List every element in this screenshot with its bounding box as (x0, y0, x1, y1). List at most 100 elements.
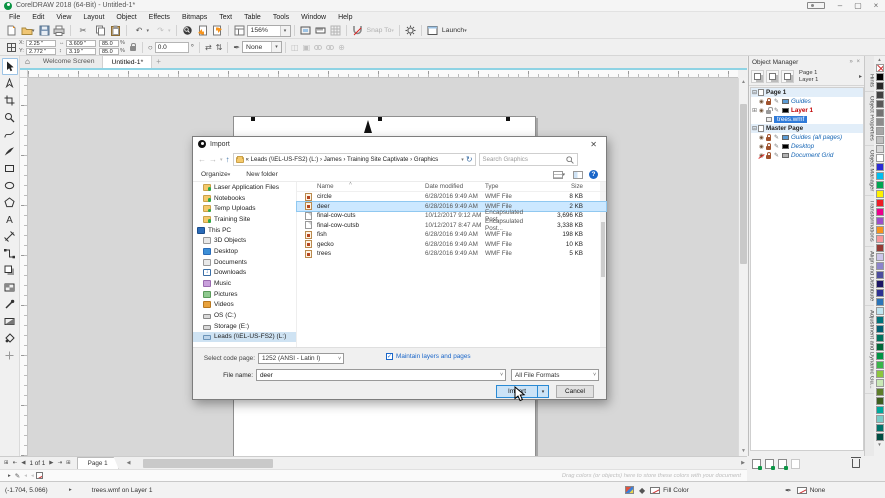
file-row-gecko[interactable]: gecko6/28/2016 9:49 AMWMF File10 KB (297, 240, 606, 250)
freehand-tool[interactable] (2, 126, 18, 143)
palette-swatch[interactable] (876, 163, 884, 171)
scale-x-field[interactable]: 85.0 (99, 40, 119, 47)
zoom-levels-icon[interactable] (232, 24, 247, 38)
pick-tool[interactable] (2, 58, 18, 75)
maintain-layers-checkbox[interactable]: ✓ Maintain layers and pages (386, 353, 471, 360)
rotation-angle-field[interactable]: 0.0 (155, 42, 189, 53)
scroll-right-icon[interactable]: ▶ (741, 457, 745, 470)
new-layer-button[interactable] (752, 459, 761, 469)
page-1-tab[interactable]: Page 1 (77, 457, 119, 469)
outline-width-combo[interactable]: None▾ (242, 41, 282, 53)
palette-swatch[interactable] (876, 280, 884, 288)
palette-swatch[interactable] (876, 325, 884, 333)
om-node-layer-1[interactable]: ⊞◉✎Layer 1 (751, 106, 863, 115)
artistic-media-tool[interactable] (2, 143, 18, 160)
new-master-layer-odd-pages-button[interactable] (778, 459, 787, 469)
dialog-close-icon[interactable]: ✕ (586, 140, 601, 149)
canvas-vertical-scrollbar[interactable]: ▲ ▼ (738, 78, 747, 456)
menu-help[interactable]: Help (332, 12, 358, 23)
docker-tab-adjustment-and-dynamic-gu-[interactable]: Adjustment and Dynamic Gu... (865, 306, 875, 394)
object-width-field[interactable]: 3.609 " (66, 40, 96, 47)
trees-wmf-object[interactable] (364, 120, 372, 133)
color-eyedropper-tool[interactable] (2, 296, 18, 313)
layer-color-swatch[interactable] (782, 144, 789, 149)
connector-tool[interactable] (2, 245, 18, 262)
menu-layout[interactable]: Layout (77, 12, 110, 23)
file-row-final-cow-cutsb[interactable]: final-cow-cutsb10/12/2017 8:47 AMEncapsu… (297, 221, 606, 231)
palette-swatch[interactable] (876, 298, 884, 306)
palette-swatch[interactable] (876, 100, 884, 108)
lock-icon[interactable] (766, 155, 771, 159)
palette-swatch[interactable] (876, 397, 884, 405)
om-flyout-icon[interactable]: ▸ (859, 73, 862, 80)
selection-handle[interactable] (506, 117, 510, 121)
sidebar-item-3d-objects[interactable]: 3D Objects (193, 235, 296, 246)
search-input[interactable]: Search Graphics (479, 153, 578, 166)
edit-pencil-icon[interactable]: ✎ (773, 98, 780, 105)
palette-swatch[interactable] (876, 73, 884, 81)
options-gear-icon[interactable] (403, 24, 418, 38)
unlink-icon[interactable] (326, 45, 334, 50)
expander-icon[interactable]: ⊞ (751, 107, 758, 114)
import-options-dropdown[interactable]: ▾ (538, 385, 549, 398)
docker-close-icon[interactable]: × (856, 59, 861, 65)
preview-pane-icon[interactable] (573, 171, 583, 179)
show-rulers-icon[interactable] (313, 24, 328, 38)
palette-swatch[interactable] (876, 379, 884, 387)
palette-scroll-left2-icon[interactable]: ◂ (29, 473, 36, 479)
previous-page-icon[interactable]: ◀ (19, 460, 27, 466)
expander-icon[interactable]: ⊟ (751, 125, 758, 132)
menu-table[interactable]: Table (238, 12, 267, 23)
palette-swatch[interactable] (876, 334, 884, 342)
file-name-input[interactable]: deer˅ (256, 369, 506, 381)
om-node-guides[interactable]: ◉✎Guides (751, 97, 863, 106)
cut-icon[interactable]: ✂ (76, 24, 91, 38)
palette-scroll-up-icon[interactable]: ▲ (877, 56, 881, 63)
docker-tab-transformations[interactable]: Transformations (865, 196, 875, 247)
palette-swatch[interactable] (876, 370, 884, 378)
om-node-guides-all-pages-[interactable]: ◉✎Guides (all pages) (751, 133, 863, 142)
visibility-eye-icon[interactable]: ◉ (758, 99, 765, 105)
drop-shadow-tool[interactable] (2, 262, 18, 279)
snap-to-label[interactable]: Snap To (367, 27, 392, 34)
edit-source-icon[interactable]: ▣ (303, 43, 311, 52)
visibility-eye-icon[interactable]: ◉ (758, 144, 765, 150)
docker-tab-object-manager[interactable]: Object Manager (865, 146, 875, 196)
palette-swatch[interactable] (876, 127, 884, 135)
column-date-modified[interactable]: Date modified (425, 183, 485, 190)
sidebar-item-notebooks[interactable]: Notebooks (193, 193, 296, 204)
transparency-tool[interactable] (2, 279, 18, 296)
docker-tab-object-properties[interactable]: Object Properties (865, 92, 875, 146)
vertical-ruler[interactable] (20, 78, 28, 456)
delete-icon[interactable] (852, 459, 860, 468)
redo-icon[interactable]: ↷ (153, 24, 168, 38)
om-node-trees-wmf[interactable]: trees.wmf (751, 115, 863, 124)
palette-swatch[interactable] (876, 82, 884, 90)
address-bar[interactable]: « Leads (\\EL-US-FS2) (L:) › James › Tra… (233, 153, 476, 166)
visibility-eye-icon[interactable]: ◉ (758, 135, 765, 141)
menu-window[interactable]: Window (295, 12, 332, 23)
sidebar-item-leads-el-us-fs2-l-[interactable]: Leads (\\EL-US-FS2) (L:) (193, 332, 296, 343)
horizontal-ruler[interactable] (28, 70, 738, 78)
menu-bitmaps[interactable]: Bitmaps (176, 12, 213, 23)
copy-icon[interactable] (93, 24, 108, 38)
close-button[interactable]: × (867, 0, 885, 12)
docker-tab-hints[interactable]: Hints (865, 70, 875, 92)
tab-untitled-1[interactable]: Untitled-1* (102, 55, 152, 68)
object-height-field[interactable]: 3.19 " (66, 48, 96, 55)
scroll-down-icon[interactable]: ▼ (739, 447, 748, 456)
add-page-after-icon[interactable]: ⊞ (64, 460, 73, 466)
palette-scroll-down-icon[interactable]: ▼ (877, 441, 881, 448)
sidebar-item-desktop[interactable]: Desktop (193, 246, 296, 257)
recent-locations-icon[interactable]: ▾ (220, 157, 223, 163)
scale-y-field[interactable]: 85.0 (99, 48, 119, 55)
last-page-icon[interactable]: ⇥ (55, 460, 64, 466)
palette-swatch[interactable] (876, 316, 884, 324)
fill-none-swatch[interactable] (650, 487, 660, 494)
file-format-select[interactable]: All File Formats˅ (511, 369, 599, 381)
new-master-layer-all-pages-button[interactable] (765, 459, 774, 469)
crop-tool[interactable] (2, 92, 18, 109)
file-row-circle[interactable]: circle6/28/2016 9:49 AMWMF File8 KB (297, 192, 606, 202)
visibility-eye-icon[interactable]: ◉ (758, 153, 765, 159)
palette-swatch[interactable] (876, 289, 884, 297)
